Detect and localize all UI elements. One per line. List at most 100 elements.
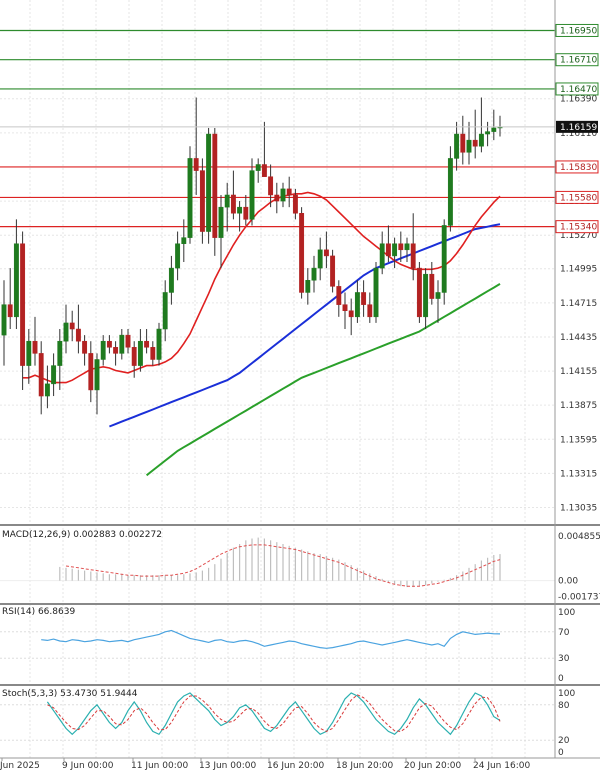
candle-bull (44, 383, 50, 397)
candle-bear (410, 243, 416, 269)
candle-bull (168, 267, 174, 293)
rsi-tick-label: 70 (558, 628, 570, 638)
support-price-label: 1.15580 (560, 193, 597, 203)
time-tick-label: 16 Jun 20:00 (267, 761, 324, 770)
candle-bear (460, 133, 466, 153)
candle-bull (305, 280, 311, 293)
candle-bull (423, 273, 429, 318)
candle-bull (187, 158, 193, 238)
macd-label: MACD(12,26,9) 0.002883 0.002272 (2, 530, 162, 540)
candle-bull (156, 328, 162, 360)
candle-bull (280, 188, 286, 202)
candle-bear (38, 353, 44, 397)
forex-chart: 1.163901.161101.158301.155501.152701.149… (0, 0, 600, 770)
candle-bull (379, 243, 385, 269)
candle-bear (243, 206, 249, 220)
candle-bear (230, 194, 236, 214)
candle-bull (478, 133, 484, 147)
candle-bear (113, 347, 119, 354)
candle-bear (398, 243, 404, 251)
candle-bull (485, 131, 491, 135)
support-price-label: 1.15830 (560, 163, 597, 173)
candle-bear (416, 267, 422, 318)
candle-bear (261, 164, 267, 177)
candle-bull (181, 237, 187, 244)
candle-bull (206, 133, 212, 232)
candle-bull (224, 194, 230, 208)
candle-bull (255, 164, 261, 171)
candle-bull (373, 267, 379, 318)
candle-bull (237, 206, 243, 214)
candle-bull (311, 267, 317, 281)
candle-bull (447, 158, 453, 226)
time-tick-label: 13 Jun 00:00 (199, 761, 256, 770)
candle-bear (32, 340, 38, 354)
rsi-tick-label: 0 (558, 674, 564, 684)
candle-bull (100, 340, 106, 360)
candle-bull (94, 359, 100, 391)
candle-bull (63, 322, 69, 342)
candle-bear (274, 194, 280, 202)
candle-bear (286, 188, 292, 196)
candle-bull (13, 243, 19, 318)
candle-bear (336, 286, 342, 305)
candle-bull (137, 340, 143, 366)
stoch-tick-label: 100 (558, 689, 575, 699)
candle-bull (491, 127, 497, 132)
candle-bear (125, 334, 131, 348)
time-tick-label: 24 Jun 16:00 (473, 761, 530, 770)
price-tick-label: 1.14715 (560, 299, 597, 309)
price-tick-label: 1.14995 (560, 265, 597, 275)
candle-bear (323, 249, 329, 257)
candle-bull (218, 206, 224, 238)
time-tick-label: 11 Jun 00:00 (131, 761, 188, 770)
candle-bear (193, 158, 199, 171)
candle-bear (348, 310, 354, 318)
candle-bull (162, 292, 168, 330)
stoch-label: Stoch(5,3,3) 53.4730 51.9444 (2, 689, 138, 699)
candle-bull (435, 292, 441, 299)
price-tick-label: 1.13875 (560, 401, 597, 411)
price-tick-label: 1.13595 (560, 435, 597, 445)
candle-bear (106, 340, 112, 348)
candle-bear (82, 340, 88, 354)
candle-bear (330, 255, 336, 287)
rsi-label: RSI(14) 66.8639 (2, 607, 75, 617)
current-price-label: 1.16159 (560, 123, 597, 133)
candle-bear (292, 194, 298, 214)
time-tick-label: 18 Jun 20:00 (336, 761, 393, 770)
candle-bull (51, 365, 57, 385)
candle-bull (175, 243, 181, 269)
candle-bull (26, 340, 32, 366)
candle-bear (199, 170, 205, 232)
candle-bull (392, 243, 398, 257)
resistance-price-label: 1.16470 (560, 85, 597, 95)
macd-tick-label: 0.00 (558, 577, 578, 587)
candle-bull (441, 225, 447, 293)
candle-bear (150, 347, 156, 360)
candle-bull (466, 139, 472, 153)
candle-bull (119, 334, 125, 354)
candle-bear (69, 322, 75, 330)
time-tick-label: 20 Jun 20:00 (404, 761, 461, 770)
candle-bear (299, 213, 305, 293)
support-price-label: 1.15340 (560, 223, 597, 233)
candle-bull (1, 304, 7, 336)
candle-bear (472, 139, 478, 147)
candle-bear (144, 340, 150, 348)
candle-bull (249, 170, 255, 220)
candle-bear (385, 243, 391, 257)
candle-bear (131, 347, 137, 366)
candle-bear (7, 304, 13, 318)
time-tick-label: 9 Jun 00:00 (62, 761, 114, 770)
price-tick-label: 1.14435 (560, 333, 597, 343)
candle-bull (57, 340, 63, 366)
stoch-tick-label: 80 (558, 701, 570, 711)
stoch-tick-label: 20 (558, 736, 570, 746)
time-tick-label: Jun 2025 (0, 761, 40, 770)
candle-bear (429, 273, 435, 299)
price-tick-label: 1.16390 (560, 95, 597, 105)
resistance-price-label: 1.16950 (560, 26, 597, 36)
candle-bear (268, 176, 274, 196)
price-tick-label: 1.13035 (560, 504, 597, 514)
